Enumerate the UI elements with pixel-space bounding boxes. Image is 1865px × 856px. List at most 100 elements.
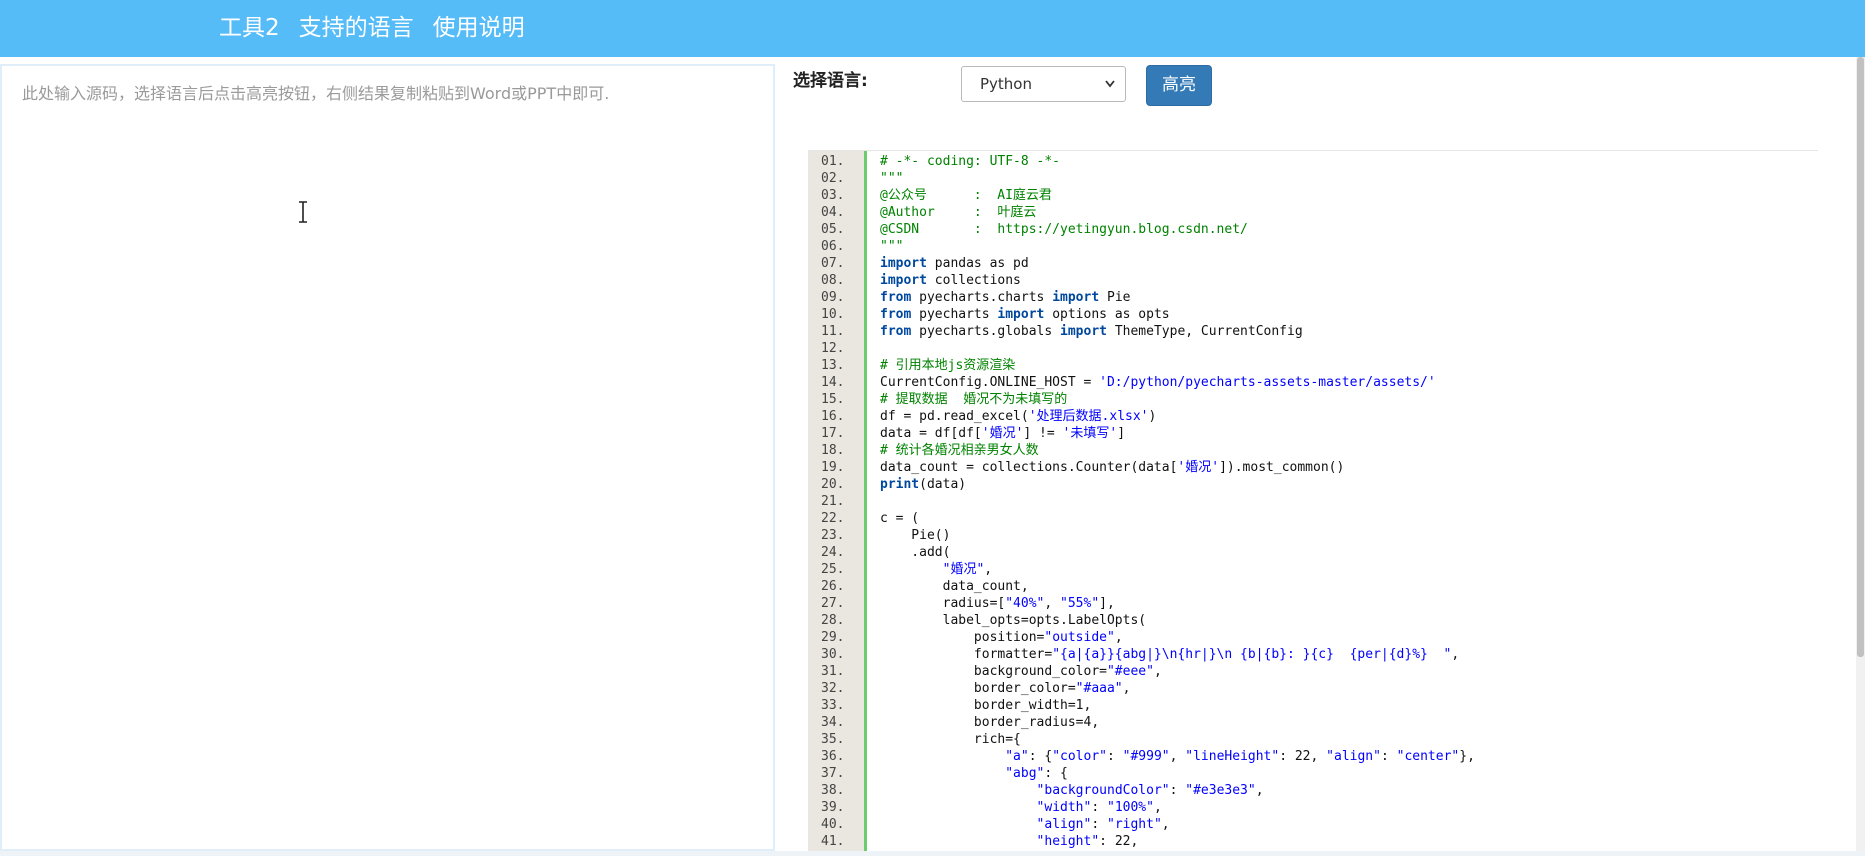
- line-number: 03.: [821, 188, 845, 203]
- code-line: 17. data = df[df['婚况'] != '未填写']: [808, 425, 1818, 442]
- line-number: 09.: [821, 290, 845, 305]
- nav-supported-languages[interactable]: 支持的语言: [299, 8, 414, 42]
- line-code: @公众号 : AI庭云君: [880, 187, 1052, 204]
- code-text: ,: [1044, 596, 1061, 611]
- code-line: 18. # 统计各婚况相亲男女人数: [808, 442, 1818, 459]
- line-code: df = pd.read_excel('处理后数据.xlsx'): [880, 408, 1156, 425]
- line-code: data = df[df['婚况'] != '未填写']: [880, 425, 1125, 442]
- code-line: 10. from pyecharts import options as opts: [808, 306, 1818, 323]
- code-text: ,: [1153, 800, 1162, 815]
- text-cursor-icon: [299, 201, 307, 223]
- code-line: 35. rich={: [808, 731, 1818, 748]
- code-text: : 22,: [1279, 749, 1327, 764]
- line-number: 36.: [821, 749, 845, 764]
- line-number: 07.: [821, 256, 845, 271]
- code-text: Pie: [1099, 290, 1131, 305]
- code-keyword: from: [880, 307, 912, 322]
- line-number: 05.: [821, 222, 845, 237]
- line-number: 16.: [821, 409, 845, 424]
- line-number: 25.: [821, 562, 845, 577]
- code-string: "align": [1036, 817, 1092, 832]
- code-text: data_count = collections.Counter(data[: [880, 460, 1178, 475]
- code-line: 31. background_color="#eee",: [808, 663, 1818, 680]
- code-text: ,: [1451, 647, 1460, 662]
- line-number: 11.: [821, 324, 845, 339]
- line-code: # -*- coding: UTF-8 -*-: [880, 153, 1060, 170]
- line-code: # 引用本地js资源渲染: [880, 357, 1015, 374]
- language-select[interactable]: Python: [961, 66, 1126, 102]
- code-line: 26. data_count,: [808, 578, 1818, 595]
- line-code: "align": "right",: [880, 816, 1170, 833]
- line-number: 20.: [821, 477, 845, 492]
- code-comment: @Author : 叶庭云: [880, 205, 1037, 220]
- code-string: "55%": [1060, 596, 1100, 611]
- code-text: ] !=: [1023, 426, 1063, 441]
- code-string: "height": [1036, 834, 1100, 849]
- code-line: 01. # -*- coding: UTF-8 -*-: [808, 153, 1818, 170]
- scrollbar-thumb[interactable]: [1857, 57, 1864, 657]
- language-selected-value: Python: [980, 75, 1032, 93]
- code-text: .add(: [880, 545, 951, 560]
- code-text: ThemeType, CurrentConfig: [1107, 324, 1303, 339]
- line-code: from pyecharts.charts import Pie: [880, 289, 1130, 306]
- line-code: "a": {"color": "#999", "lineHeight": 22,…: [880, 748, 1475, 765]
- code-text: CurrentConfig.ONLINE_HOST =: [880, 375, 1100, 390]
- line-number: 18.: [821, 443, 845, 458]
- line-number: 23.: [821, 528, 845, 543]
- line-number: 02.: [821, 171, 845, 186]
- code-comment: """: [880, 239, 904, 254]
- code-line: 14. CurrentConfig.ONLINE_HOST = 'D:/pytho…: [808, 374, 1818, 391]
- code-line: 20. print(data): [808, 476, 1818, 493]
- code-string: "center": [1396, 749, 1460, 764]
- line-number: 31.: [821, 664, 845, 679]
- code-line: 02. """: [808, 170, 1818, 187]
- highlight-button[interactable]: 高亮: [1146, 65, 1212, 106]
- code-line: 27. radius=["40%", "55%"],: [808, 595, 1818, 612]
- line-code: CurrentConfig.ONLINE_HOST = 'D:/python/p…: [880, 374, 1436, 391]
- line-code: c = (: [880, 510, 919, 527]
- line-code: from pyecharts import options as opts: [880, 306, 1170, 323]
- code-text: : {: [1028, 749, 1053, 764]
- line-code: label_opts=opts.LabelOpts(: [880, 612, 1147, 629]
- code-line: 28. label_opts=opts.LabelOpts(: [808, 612, 1818, 629]
- line-code: rich={: [880, 731, 1021, 748]
- code-string: "#aaa": [1075, 681, 1123, 696]
- code-text: position=: [880, 630, 1045, 645]
- code-line: 09. from pyecharts.charts import Pie: [808, 289, 1818, 306]
- code-text: :: [1107, 749, 1123, 764]
- code-text: border_width=1,: [880, 698, 1092, 713]
- line-number: 17.: [821, 426, 845, 441]
- code-comment: # 引用本地js资源渲染: [880, 358, 1016, 373]
- nav-tool2[interactable]: 工具2: [219, 8, 280, 42]
- line-number: 01.: [821, 154, 845, 169]
- code-text: data = df[df[: [880, 426, 982, 441]
- code-text: options as opts: [1044, 307, 1170, 322]
- code-text: df = pd.read_excel(: [880, 409, 1029, 424]
- nav-usage-guide[interactable]: 使用说明: [433, 8, 525, 42]
- code-text: ): [1148, 409, 1157, 424]
- language-label: 选择语言:: [793, 71, 868, 91]
- code-line: 38. "backgroundColor": "#e3e3e3",: [808, 782, 1818, 799]
- source-code-input[interactable]: [2, 66, 773, 849]
- code-text: ,: [984, 562, 993, 577]
- code-line: 22. c = (: [808, 510, 1818, 527]
- line-code: border_width=1,: [880, 697, 1091, 714]
- code-text: :: [1380, 749, 1397, 764]
- code-keyword: import: [1052, 290, 1100, 305]
- code-string: "right": [1107, 817, 1162, 832]
- code-line: 34. border_radius=4,: [808, 714, 1818, 731]
- code-line: 21.: [808, 493, 1818, 510]
- code-text: label_opts=opts.LabelOpts(: [880, 613, 1147, 628]
- line-number: 39.: [821, 800, 845, 815]
- line-code: @CSDN : https://yetingyun.blog.csdn.net/: [880, 221, 1248, 238]
- code-string: "outside": [1044, 630, 1115, 645]
- page-scrollbar[interactable]: [1856, 57, 1865, 856]
- code-string: "100%": [1107, 800, 1154, 815]
- code-text: ,: [1161, 817, 1170, 832]
- code-string: '婚况': [1177, 460, 1220, 475]
- code-text: ]).most_common(): [1219, 460, 1345, 475]
- code-text: border_color=: [880, 681, 1076, 696]
